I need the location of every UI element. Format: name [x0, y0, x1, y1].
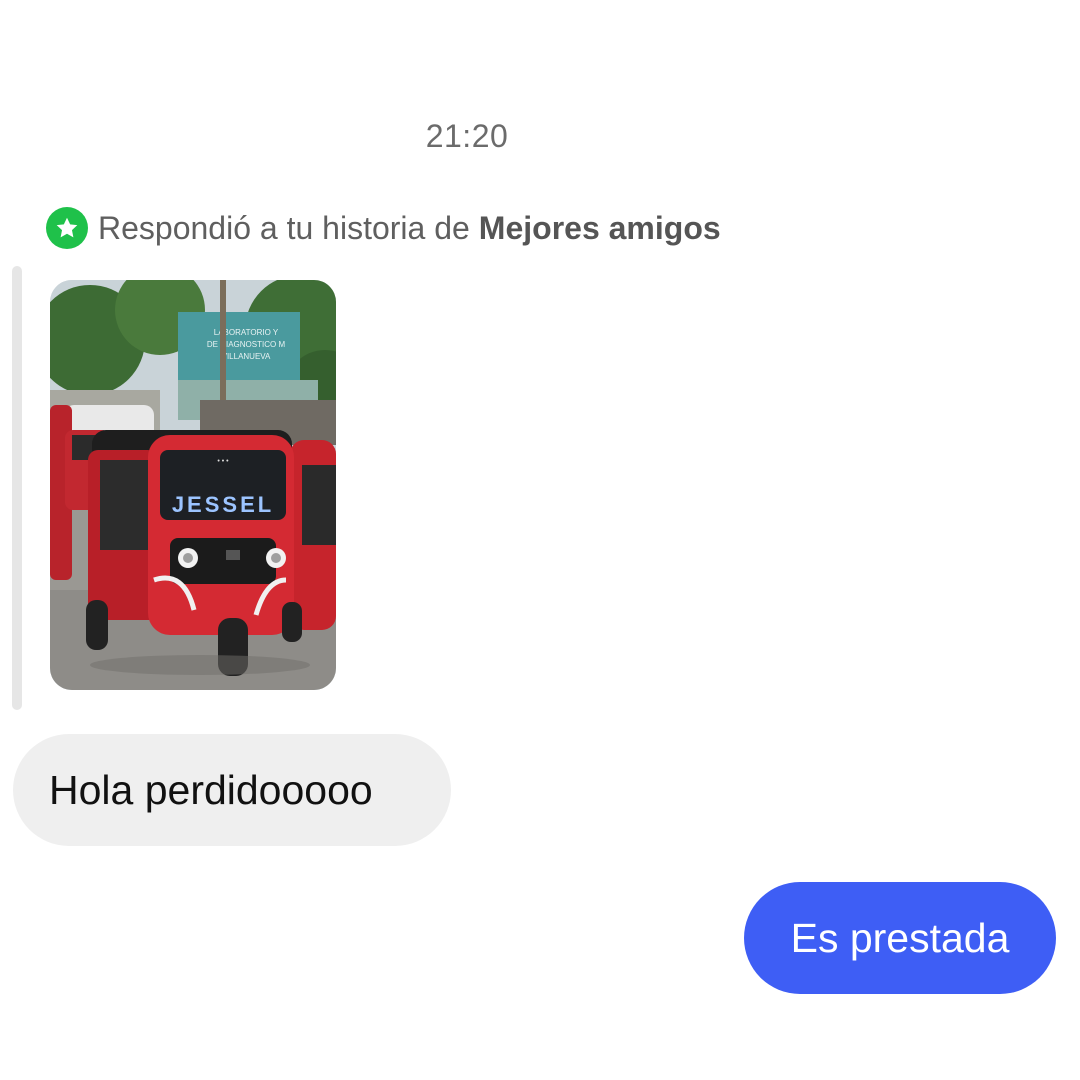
reply-note-audience: Mejores amigos	[478, 209, 721, 246]
reply-note-prefix: Respondió a tu historia de	[98, 209, 470, 246]
star-icon	[46, 207, 88, 249]
svg-text:• • •: • • •	[217, 458, 229, 465]
reply-quote-bar	[12, 266, 22, 710]
message-timestamp: 21:20	[425, 118, 509, 154]
sign-line-2: DE DIAGNOSTICO M	[207, 340, 286, 349]
story-thumbnail[interactable]: LABORATORIO Y DE DIAGNOSTICO M VILLANUEV…	[50, 280, 336, 690]
sign-line-3: VILLANUEVA	[222, 352, 271, 361]
story-reply-note: Respondió a tu historia de Mejores amigo…	[46, 204, 721, 252]
outgoing-message-bubble[interactable]: Es prestada	[744, 882, 1056, 994]
incoming-message-bubble[interactable]: Hola perdidooooo	[13, 734, 451, 846]
windshield-text: JESSEL	[172, 492, 274, 517]
